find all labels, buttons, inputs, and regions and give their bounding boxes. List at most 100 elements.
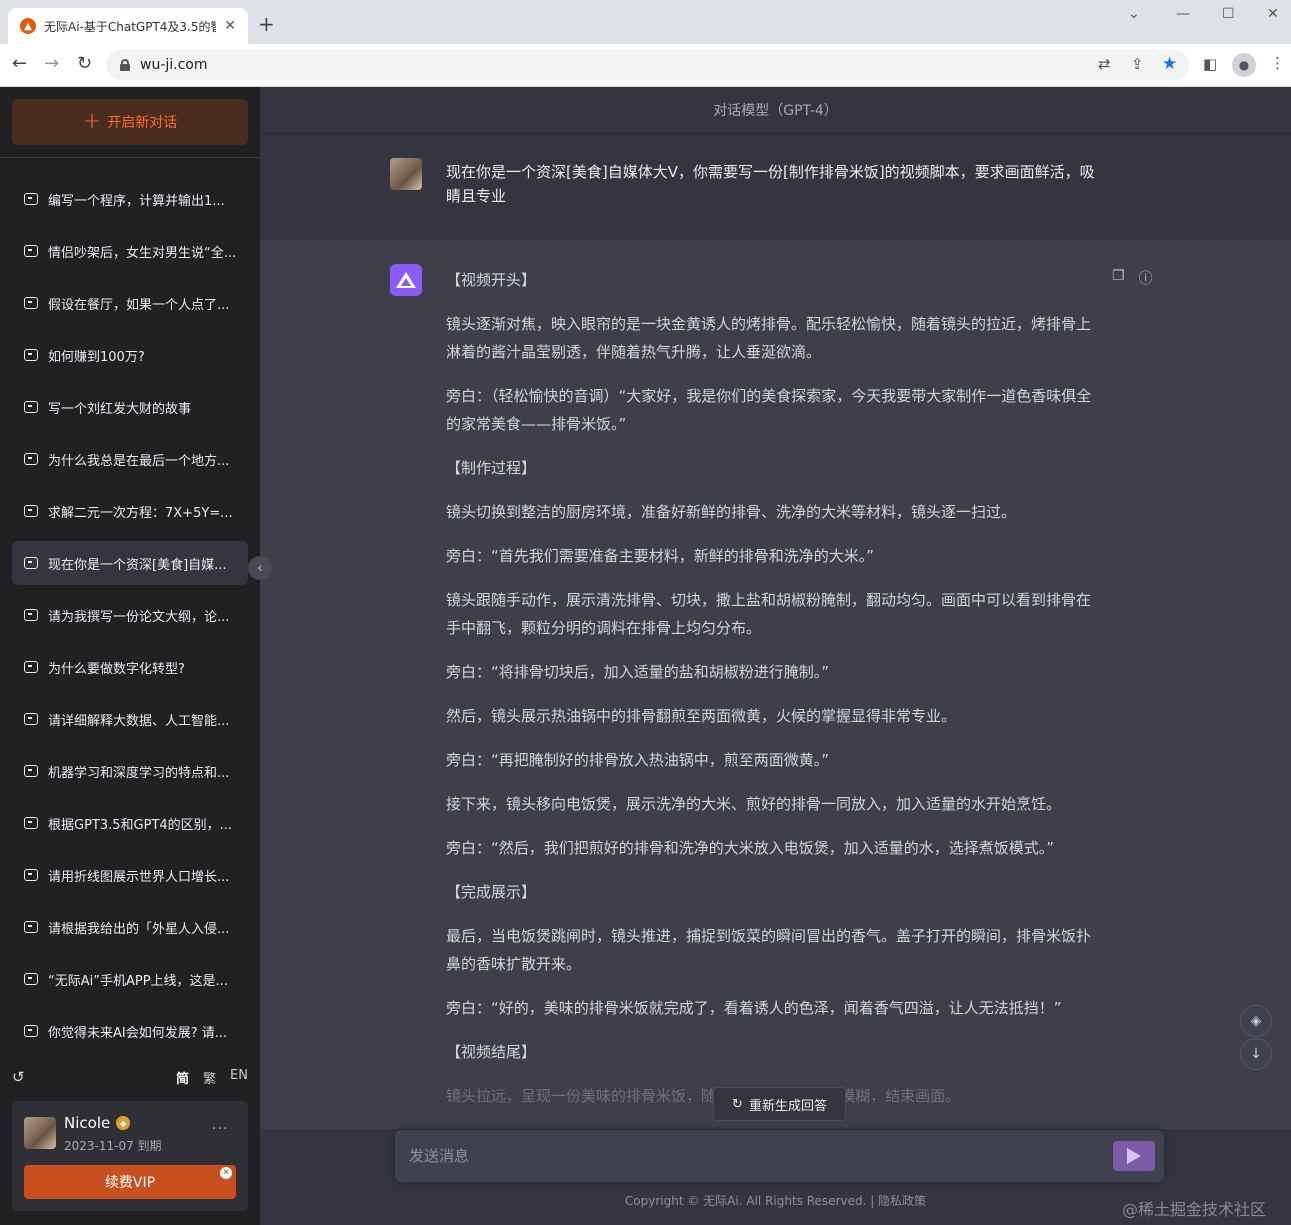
ai-paragraph: 旁白：“首先我们需要准备主要材料，新鲜的排骨和洗净的大米。” — [446, 547, 875, 565]
url-text[interactable]: wu-ji.com — [140, 57, 208, 73]
ai-paragraph: 然后，镜头展示热油锅中的排骨翻煎至两面微黄，火候的掌握显得非常专业。 — [446, 707, 957, 725]
language-switch: 简 繁 EN — [176, 1068, 248, 1087]
conversation-title: 机器学习和深度学习的特点和... — [48, 765, 230, 781]
lock-icon[interactable] — [120, 59, 130, 71]
sidebar-conversation-item[interactable]: 请用折线图展示世界人口增长... — [12, 853, 248, 897]
translate-icon[interactable]: ⇄ — [1098, 55, 1111, 73]
forward-icon[interactable]: → — [44, 54, 59, 74]
menu-dots-icon[interactable]: ⋮ — [1270, 54, 1285, 72]
chat-bubble-icon — [24, 713, 38, 725]
message-input[interactable] — [409, 1144, 1099, 1168]
conversation-title: 求解二元一次方程：7X+5Y=... — [48, 505, 233, 521]
chat-bubble-icon — [24, 349, 38, 361]
conversation-title: 为什么我总是在最后一个地方... — [48, 453, 230, 469]
user-card: Nicole ◆ 2023-11-07 到期 ··· 续费VIP ✕ — [12, 1101, 248, 1211]
history-icon[interactable]: ↺ — [12, 1068, 25, 1086]
reload-icon[interactable]: ↻ — [77, 54, 92, 74]
browser-tabbar: ▲ 无际Ai-基于ChatGPT4及3.5的智 ✕ + ⌄ — ☐ ✕ — [0, 0, 1291, 44]
regenerate-button[interactable]: ↻ 重新生成回答 — [713, 1087, 846, 1121]
conversation-title: 编写一个程序，计算并输出1... — [48, 193, 225, 209]
address-bar-row: ← → ↻ wu-ji.com ⇄ ⇪ ★ ◧ ● ⋮ — [0, 44, 1291, 87]
conversation-title: 如何赚到100万? — [48, 349, 145, 365]
maximize-icon[interactable]: ☐ — [1222, 6, 1235, 22]
back-icon[interactable]: ← — [12, 54, 27, 74]
collapse-sidebar-button[interactable]: ‹ — [248, 556, 272, 580]
window-close-icon[interactable]: ✕ — [1267, 6, 1279, 22]
user-message-avatar — [390, 158, 422, 190]
new-tab-button[interactable]: + — [258, 14, 275, 34]
lang-english[interactable]: EN — [230, 1068, 248, 1087]
conversation-title: 根据GPT3.5和GPT4的区别，... — [48, 817, 233, 833]
copy-icon[interactable]: ❐ — [1112, 268, 1125, 288]
info-icon[interactable]: ⓘ — [1139, 268, 1153, 288]
plus-icon: + — [82, 109, 102, 134]
regenerate-label: 重新生成回答 — [748, 1098, 827, 1114]
renew-vip-button[interactable]: 续费VIP — [24, 1165, 236, 1199]
more-options-icon[interactable]: ··· — [212, 1121, 228, 1137]
sidebar-conversation-item[interactable]: 编写一个程序，计算并输出1... — [12, 177, 248, 221]
message-input-box — [395, 1130, 1164, 1182]
chat-bubble-icon — [24, 609, 38, 621]
tab-search-icon[interactable]: ⌄ — [1128, 6, 1140, 22]
sidebar-conversation-item[interactable]: 为什么我总是在最后一个地方... — [12, 437, 248, 481]
share-icon[interactable]: ⇪ — [1131, 55, 1144, 73]
chat-bubble-icon — [24, 765, 38, 777]
user-name-row: Nicole ◆ — [64, 1114, 131, 1132]
ai-paragraph: 镜头切换到整洁的厨房环境，准备好新鲜的排骨、洗净的大米等材料，镜头逐一扫过。 — [446, 503, 1017, 521]
side-panel-icon[interactable]: ◧ — [1203, 55, 1217, 73]
new-chat-button[interactable]: + 开启新对话 — [12, 99, 248, 145]
sidebar-conversation-item[interactable]: 写一个刘红发大财的故事 — [12, 385, 248, 429]
tab-close-icon[interactable]: ✕ — [224, 18, 236, 34]
conversation-title: 假设在餐厅，如果一个人点了... — [48, 297, 230, 313]
sidebar-conversation-item[interactable]: 假设在餐厅，如果一个人点了... — [12, 281, 248, 325]
sidebar-conversation-item[interactable]: 机器学习和深度学习的特点和... — [12, 749, 248, 793]
chat-bubble-icon — [24, 973, 38, 985]
ai-message: ❐ ⓘ 【视频开头】 镜头逐渐对焦，映入眼帘的是一块金黄诱人的烤排骨。配乐轻松愉快… — [260, 240, 1291, 1225]
profile-avatar-icon[interactable]: ● — [1232, 53, 1256, 77]
model-title: 对话模型（GPT-4） — [260, 87, 1291, 134]
ai-paragraph: 旁白：“将排骨切块后，加入适量的盐和胡椒粉进行腌制。” — [446, 663, 830, 681]
send-button[interactable] — [1113, 1141, 1155, 1171]
ai-paragraph: 镜头跟随手动作，展示清洗排骨、切块，撒上盐和胡椒粉腌制，翻动均匀。画面中可以看到… — [446, 591, 1092, 637]
browser-tab[interactable]: ▲ 无际Ai-基于ChatGPT4及3.5的智 ✕ — [8, 8, 248, 44]
lang-traditional[interactable]: 繁 — [203, 1068, 216, 1087]
chat-bubble-icon — [24, 505, 38, 517]
chat-bubble-icon — [24, 193, 38, 205]
sidebar-conversation-item[interactable]: 根据GPT3.5和GPT4的区别，... — [12, 801, 248, 845]
sidebar-conversation-item[interactable]: 求解二元一次方程：7X+5Y=... — [12, 489, 248, 533]
renew-dismiss-icon[interactable]: ✕ — [220, 1167, 232, 1179]
sidebar-conversation-item[interactable]: 情侣吵架后，女生对男生说“全... — [12, 229, 248, 273]
conversation-title: 为什么要做数字化转型? — [48, 661, 185, 677]
chat-bubble-icon — [24, 869, 38, 881]
minimize-icon[interactable]: — — [1176, 6, 1190, 22]
conversation-title: 你觉得未来AI会如何发展? 请... — [48, 1025, 228, 1041]
sidebar-conversation-item[interactable]: 现在你是一个资深[美食]自媒... — [12, 541, 248, 585]
scroll-down-icon[interactable]: ↓ — [1240, 1038, 1272, 1070]
sidebar-conversation-item[interactable]: 请详细解释大数据、人工智能... — [12, 697, 248, 741]
conversation-title: “无际Ai”手机APP上线，这是... — [48, 973, 228, 989]
bookmark-star-icon[interactable]: ★ — [1162, 54, 1177, 74]
ai-paragraph: 【完成展示】 — [446, 883, 537, 901]
layers-icon[interactable]: ◈ — [1240, 1005, 1272, 1037]
vip-expire: 2023-11-07 到期 — [64, 1139, 162, 1153]
conversation-title: 写一个刘红发大财的故事 — [48, 401, 192, 417]
sidebar-conversation-item[interactable]: 你觉得未来AI会如何发展? 请... — [12, 1009, 248, 1053]
ai-message-text: 【视频开头】 镜头逐渐对焦，映入眼帘的是一块金黄诱人的烤排骨。配乐轻松愉快，随着镜… — [446, 266, 1096, 1126]
ai-paragraph: 【视频开头】 — [446, 271, 537, 289]
chat-bubble-icon — [24, 557, 38, 569]
sidebar-conversation-item[interactable]: 请为我撰写一份论文大纲，论... — [12, 593, 248, 637]
conversation-title: 请用折线图展示世界人口增长... — [48, 869, 230, 885]
sidebar-conversation-item[interactable]: “无际Ai”手机APP上线，这是... — [12, 957, 248, 1001]
avatar[interactable] — [24, 1117, 56, 1149]
sidebar-conversation-item[interactable]: 请根据我给出的「外星人入侵... — [12, 905, 248, 949]
chat-main: 对话模型（GPT-4） 现在你是一个资深[美食]自媒体大V，你需要写一份[制作排… — [260, 87, 1291, 1225]
omnibox[interactable]: wu-ji.com — [106, 50, 1189, 80]
sidebar-conversation-item[interactable]: 如何赚到100万? — [12, 333, 248, 377]
ai-paragraph: 接下来，镜头移向电饭煲，展示洗净的大米、煎好的排骨一同放入，加入适量的水开始烹饪… — [446, 795, 1062, 813]
ai-paragraph: 旁白：“再把腌制好的排骨放入热油锅中，煎至两面微黄。” — [446, 751, 830, 769]
vip-badge-icon: ◆ — [116, 1116, 131, 1130]
sidebar-conversation-item[interactable]: 为什么要做数字化转型? — [12, 645, 248, 689]
ai-paragraph: 旁白：“然后，我们把煎好的排骨和洗净的大米放入电饭煲，加入适量的水，选择煮饭模式… — [446, 839, 1055, 857]
sidebar-divider — [0, 157, 260, 158]
lang-simplified[interactable]: 简 — [176, 1068, 189, 1087]
